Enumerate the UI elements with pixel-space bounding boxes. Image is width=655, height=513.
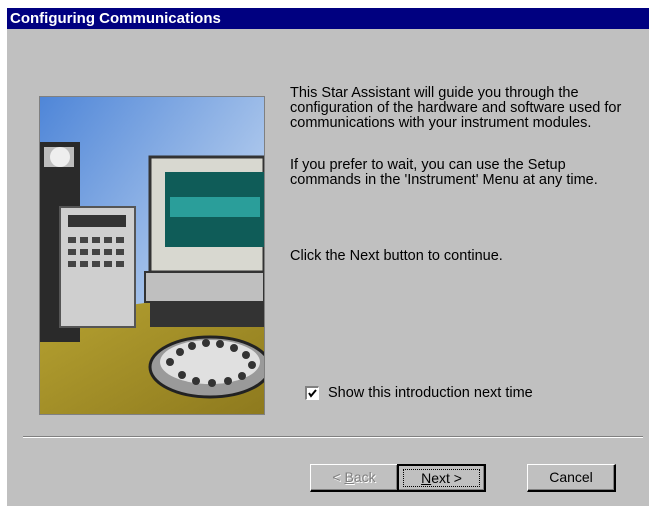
intro-paragraph-setup: If you prefer to wait, you can use the S… [290,157,598,188]
show-introduction-option[interactable]: Show this introduction next time [305,385,533,401]
show-introduction-label: Show this introduction next time [328,385,533,401]
intro-paragraph-continue: Click the Next button to continue. [290,248,503,264]
back-button[interactable]: < Back [310,464,399,492]
next-button[interactable]: Next > [397,464,486,492]
checkmark-icon [308,389,317,398]
intro-paragraph-guide: This Star Assistant will guide you throu… [290,85,622,131]
cancel-button[interactable]: Cancel [527,464,616,492]
focus-rectangle [403,469,480,487]
title-bar: Configuring Communications [7,8,649,29]
button-separator [23,436,643,438]
lab-equipment-illustration [39,96,265,415]
wizard-dialog: Configuring Communications This Star Ass… [7,8,649,506]
window-title: Configuring Communications [10,10,221,27]
show-introduction-checkbox[interactable] [305,386,319,400]
